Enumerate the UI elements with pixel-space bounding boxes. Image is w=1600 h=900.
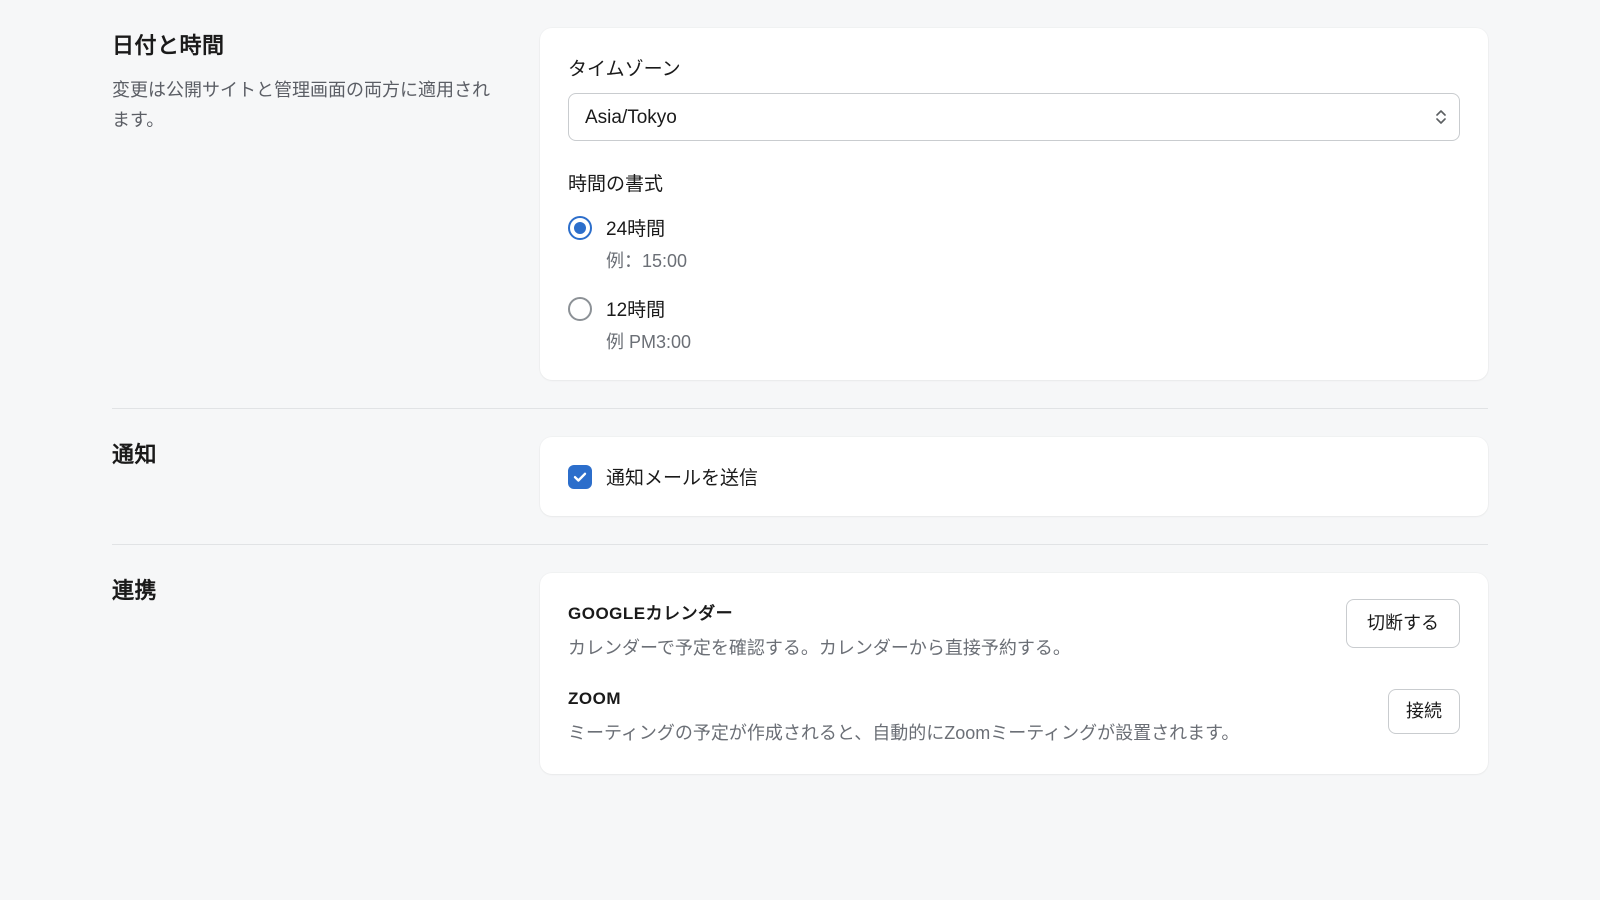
- timezone-select[interactable]: Asia/Tokyo: [568, 93, 1460, 141]
- google-description: カレンダーで予定を確認する。カレンダーから直接予約する。: [568, 634, 1326, 663]
- radio-12h-example: 例 PM3:00: [606, 328, 691, 354]
- check-icon: [572, 469, 588, 485]
- datetime-title: 日付と時間: [112, 28, 492, 60]
- section-notifications: 通知 通知メールを送信: [112, 408, 1488, 544]
- integrations-card: GOOGLEカレンダー カレンダーで予定を確認する。カレンダーから直接予約する。…: [540, 573, 1488, 774]
- section-datetime: 日付と時間 変更は公開サイトと管理画面の両方に適用されます。 タイムゾーン As…: [112, 28, 1488, 408]
- section-integrations: 連携 GOOGLEカレンダー カレンダーで予定を確認する。カレンダーから直接予約…: [112, 544, 1488, 802]
- google-disconnect-button[interactable]: 切断する: [1346, 599, 1460, 648]
- datetime-description: 変更は公開サイトと管理画面の両方に適用されます。: [112, 76, 492, 135]
- google-title: GOOGLEカレンダー: [568, 599, 1326, 624]
- integration-google: GOOGLEカレンダー カレンダーで予定を確認する。カレンダーから直接予約する。…: [568, 599, 1460, 663]
- send-email-checkbox[interactable]: 通知メールを送信: [568, 463, 1460, 490]
- radio-12h-input[interactable]: [568, 297, 592, 321]
- notifications-title: 通知: [112, 437, 492, 469]
- radio-24h-input[interactable]: [568, 216, 592, 240]
- notifications-card: 通知メールを送信: [540, 437, 1488, 516]
- timezone-label: タイムゾーン: [568, 54, 1460, 81]
- integrations-title: 連携: [112, 573, 492, 605]
- radio-12h-label: 12時間: [606, 295, 691, 322]
- radio-24h-label: 24時間: [606, 214, 687, 241]
- datetime-card: タイムゾーン Asia/Tokyo 時間の書式 24時間: [540, 28, 1488, 380]
- radio-12h[interactable]: 12時間 例 PM3:00: [568, 295, 1460, 354]
- time-format-label: 時間の書式: [568, 169, 1460, 196]
- integration-zoom: ZOOM ミーティングの予定が作成されると、自動的にZoomミーティングが設置さ…: [568, 689, 1460, 748]
- send-email-label: 通知メールを送信: [606, 463, 758, 490]
- zoom-title: ZOOM: [568, 689, 1368, 709]
- radio-24h-example: 例：15:00: [606, 247, 687, 273]
- zoom-description: ミーティングの予定が作成されると、自動的にZoomミーティングが設置されます。: [568, 719, 1368, 748]
- radio-24h[interactable]: 24時間 例：15:00: [568, 214, 1460, 273]
- zoom-connect-button[interactable]: 接続: [1388, 689, 1460, 734]
- checkbox-input[interactable]: [568, 465, 592, 489]
